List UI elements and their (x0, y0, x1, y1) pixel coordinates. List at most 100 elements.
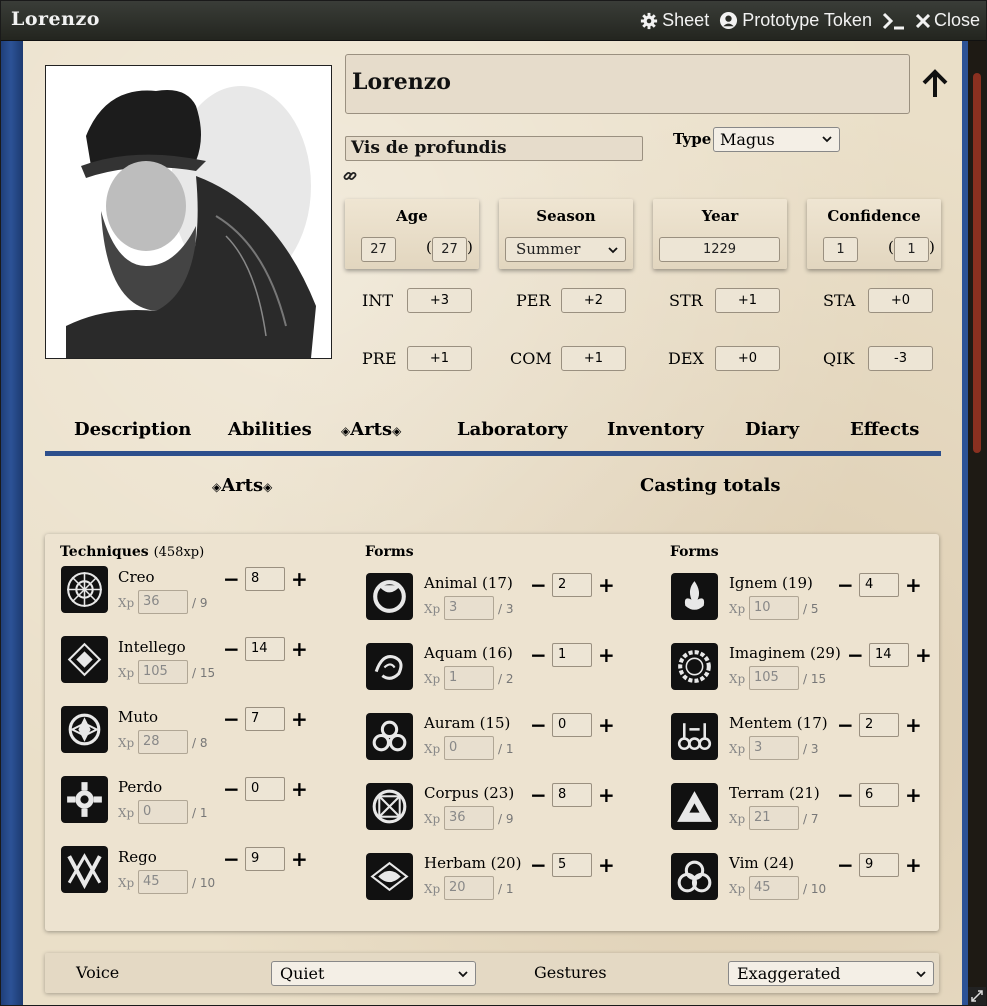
char-sta-input[interactable]: +0 (868, 288, 933, 313)
decrement-button[interactable]: − (530, 645, 547, 665)
increment-button[interactable]: + (598, 785, 615, 805)
resize-handle[interactable] (968, 987, 986, 1005)
increment-button[interactable]: + (598, 645, 615, 665)
arrow-up-icon[interactable] (921, 69, 949, 99)
tab-effects[interactable]: Effects (850, 419, 919, 440)
age-input[interactable]: 27 (361, 237, 396, 262)
character-subtitle-input[interactable]: Vis de profundis (345, 136, 643, 161)
char-com-input[interactable]: +1 (561, 346, 626, 371)
art-xp-input[interactable]: 45 (138, 870, 188, 894)
char-qik-input[interactable]: -3 (868, 346, 933, 371)
character-name-input[interactable]: Lorenzo (345, 54, 910, 114)
year-input[interactable]: 1229 (659, 237, 780, 262)
increment-button[interactable]: + (598, 715, 615, 735)
char-pre-input[interactable]: +1 (407, 346, 472, 371)
subtab-arts[interactable]: ◈Arts◈ (212, 475, 272, 496)
link-icon[interactable] (343, 169, 357, 183)
art-score-input[interactable]: 9 (859, 853, 899, 877)
art-xp-input[interactable]: 36 (138, 590, 188, 614)
art-score-input[interactable]: 7 (245, 707, 285, 731)
art-xp-input[interactable]: 0 (138, 800, 188, 824)
tab-inventory[interactable]: Inventory (607, 419, 704, 440)
art-xp-input[interactable]: 1 (444, 666, 494, 690)
decrement-button[interactable]: − (530, 575, 547, 595)
art-score-input[interactable]: 4 (859, 573, 899, 597)
decrement-button[interactable]: − (223, 779, 240, 799)
art-score-input[interactable]: 8 (245, 567, 285, 591)
tab-abilities[interactable]: Abilities (228, 419, 312, 440)
increment-button[interactable]: + (598, 855, 615, 875)
close-button[interactable]: Close (915, 10, 980, 31)
decrement-button[interactable]: − (223, 569, 240, 589)
decrement-button[interactable]: − (530, 785, 547, 805)
increment-button[interactable]: + (598, 575, 615, 595)
tab-arts[interactable]: ◈Arts◈ (341, 419, 401, 440)
char-str-input[interactable]: +1 (715, 288, 780, 313)
window-titlebar[interactable]: Lorenzo Sheet Prototype Token Close (1, 1, 986, 41)
art-xp-input[interactable]: 28 (138, 730, 188, 754)
art-score-input[interactable]: 14 (869, 643, 909, 667)
increment-button[interactable]: + (905, 715, 922, 735)
character-portrait[interactable] (45, 65, 332, 359)
prototype-token-button[interactable]: Prototype Token (719, 10, 872, 31)
char-dex-input[interactable]: +0 (715, 346, 780, 371)
art-xp-input[interactable]: 3 (749, 736, 799, 760)
increment-button[interactable]: + (915, 645, 932, 665)
terminal-button[interactable] (882, 12, 906, 30)
art-xp-input[interactable]: 105 (138, 660, 188, 684)
tab-laboratory[interactable]: Laboratory (457, 419, 567, 440)
increment-button[interactable]: + (905, 785, 922, 805)
subtab-casting-totals[interactable]: Casting totals (640, 475, 780, 496)
season-select[interactable]: Summer (505, 237, 626, 262)
increment-button[interactable]: + (291, 639, 308, 659)
voice-select[interactable]: Quiet (271, 961, 476, 986)
decrement-button[interactable]: − (530, 715, 547, 735)
close-label: Close (933, 10, 980, 30)
decrement-button[interactable]: − (530, 855, 547, 875)
art-score-input[interactable]: 2 (859, 713, 899, 737)
art-score-input[interactable]: 14 (245, 637, 285, 661)
art-xp-input[interactable]: 21 (749, 806, 799, 830)
gestures-select[interactable]: Exaggerated (728, 961, 934, 986)
increment-button[interactable]: + (905, 855, 922, 875)
char-per-input[interactable]: +2 (561, 288, 626, 313)
art-score-input[interactable]: 9 (245, 847, 285, 871)
confidence-points-input[interactable]: 1 (894, 237, 929, 262)
decrement-button[interactable]: − (837, 575, 854, 595)
decrement-button[interactable]: − (837, 715, 854, 735)
art-xp-input[interactable]: 20 (444, 876, 494, 900)
decrement-button[interactable]: − (223, 639, 240, 659)
apparent-age-input[interactable]: 27 (432, 237, 467, 262)
scrollbar-thumb[interactable] (973, 73, 981, 453)
art-score-input[interactable]: 2 (552, 573, 592, 597)
confidence-input[interactable]: 1 (823, 237, 858, 262)
decrement-button[interactable]: − (837, 785, 854, 805)
decrement-button[interactable]: − (223, 709, 240, 729)
increment-button[interactable]: + (291, 849, 308, 869)
art-xp-input[interactable]: 10 (749, 596, 799, 620)
increment-button[interactable]: + (905, 575, 922, 595)
tab-description[interactable]: Description (74, 419, 191, 440)
art-xp-input[interactable]: 0 (444, 736, 494, 760)
art-xp-input[interactable]: 45 (749, 876, 799, 900)
art-score-input[interactable]: 1 (552, 643, 592, 667)
art-score-input[interactable]: 5 (552, 853, 592, 877)
type-select[interactable]: Magus (713, 127, 840, 152)
decrement-button[interactable]: − (847, 645, 864, 665)
tab-diary[interactable]: Diary (745, 419, 799, 440)
art-xp-input[interactable]: 36 (444, 806, 494, 830)
ornament-left-icon: ◈ (212, 480, 222, 494)
art-score-input[interactable]: 6 (859, 783, 899, 807)
increment-button[interactable]: + (291, 709, 308, 729)
decrement-button[interactable]: − (837, 855, 854, 875)
art-score-input[interactable]: 0 (245, 777, 285, 801)
art-score-input[interactable]: 8 (552, 783, 592, 807)
art-xp-input[interactable]: 3 (444, 596, 494, 620)
increment-button[interactable]: + (291, 779, 308, 799)
increment-button[interactable]: + (291, 569, 308, 589)
art-xp-input[interactable]: 105 (749, 666, 799, 690)
sheet-button[interactable]: Sheet (640, 10, 709, 31)
char-int-input[interactable]: +3 (407, 288, 472, 313)
decrement-button[interactable]: − (223, 849, 240, 869)
art-score-input[interactable]: 0 (552, 713, 592, 737)
